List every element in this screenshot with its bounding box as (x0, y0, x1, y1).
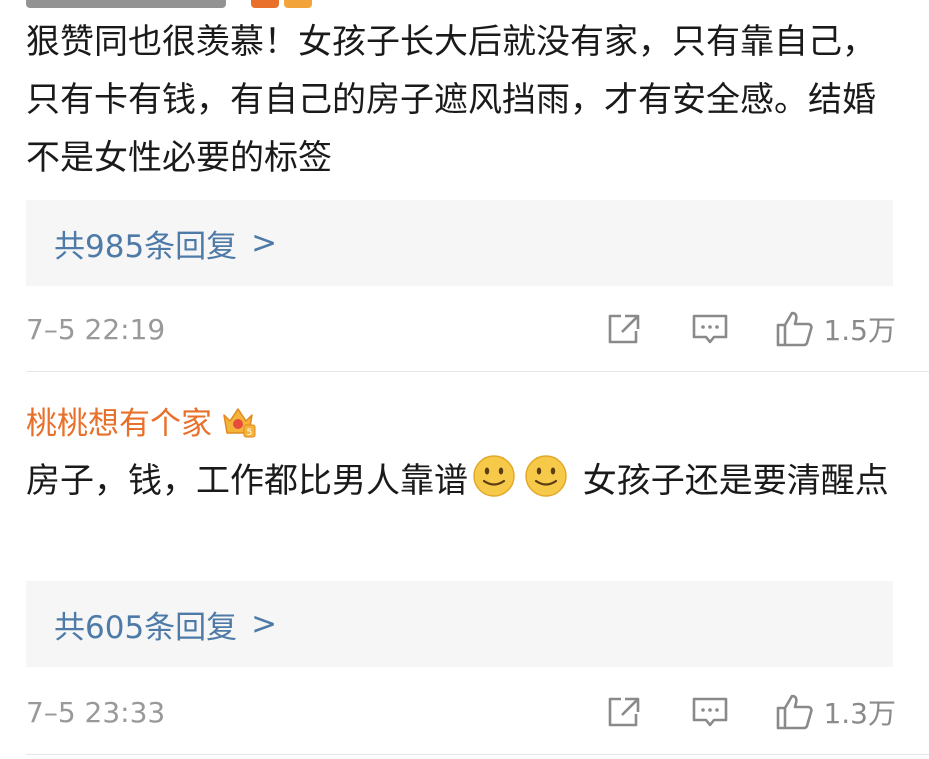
like-count: 1.5万 (823, 314, 896, 347)
vip-crown-badge-icon[interactable]: 5 (220, 403, 256, 439)
view-replies-button[interactable]: 共605条回复 > (26, 581, 893, 667)
svg-text:5: 5 (247, 428, 253, 438)
comment-2-text: 房子，钱，工作都比男人靠谱 女孩子还是要清醒点 (26, 452, 896, 510)
share-button[interactable] (605, 311, 643, 347)
comment-divider (26, 754, 929, 755)
share-button[interactable] (605, 694, 643, 730)
comment-text: 狠赞同也很羡慕！女孩子长大后就没有家，只有靠自己，只有卡有钱，有自己的房子遮风挡… (26, 22, 876, 178)
comment-text-part-2: 女孩子还是要清醒点 (572, 461, 889, 501)
comment-button[interactable] (691, 694, 729, 730)
like-button[interactable]: 1.3万 (775, 692, 896, 732)
timestamp: 7–5 23:33 (26, 695, 166, 729)
comment-icon (693, 314, 728, 344)
smile-emoji-icon (525, 455, 567, 497)
comment-2-header: 桃桃想有个家 5 (26, 398, 256, 443)
share-icon (609, 314, 640, 344)
comment-divider (26, 371, 929, 372)
like-icon (777, 311, 814, 347)
like-button[interactable]: 1.5万 (775, 309, 896, 349)
comment-button[interactable] (691, 311, 729, 347)
like-count: 1.3万 (823, 697, 896, 730)
timestamp: 7–5 22:19 (26, 312, 166, 346)
reply-count-label: 共985条回复 (54, 228, 238, 265)
view-replies-button[interactable]: 共985条回复 > (26, 200, 893, 286)
comment-icon (693, 697, 728, 727)
comment-actions: 1.5万 (605, 309, 896, 349)
username-link[interactable]: 桃桃想有个家 (26, 398, 212, 443)
comment-actions: 1.3万 (605, 692, 896, 732)
chevron-right-icon: > (251, 225, 278, 261)
clipped-header-graphic (26, 0, 312, 8)
reply-count-label: 共605条回复 (54, 609, 238, 646)
like-icon (777, 694, 814, 730)
comment-text-part-1: 房子，钱，工作都比男人靠谱 (26, 461, 468, 501)
chevron-right-icon: > (251, 606, 278, 642)
smile-emoji-icon (473, 455, 515, 497)
share-icon (609, 697, 640, 727)
comment-meta: 7–5 23:33 1.3万 (26, 692, 896, 732)
clipped-user-header (26, 0, 386, 8)
comment-meta: 7–5 22:19 1.5万 (26, 309, 896, 349)
